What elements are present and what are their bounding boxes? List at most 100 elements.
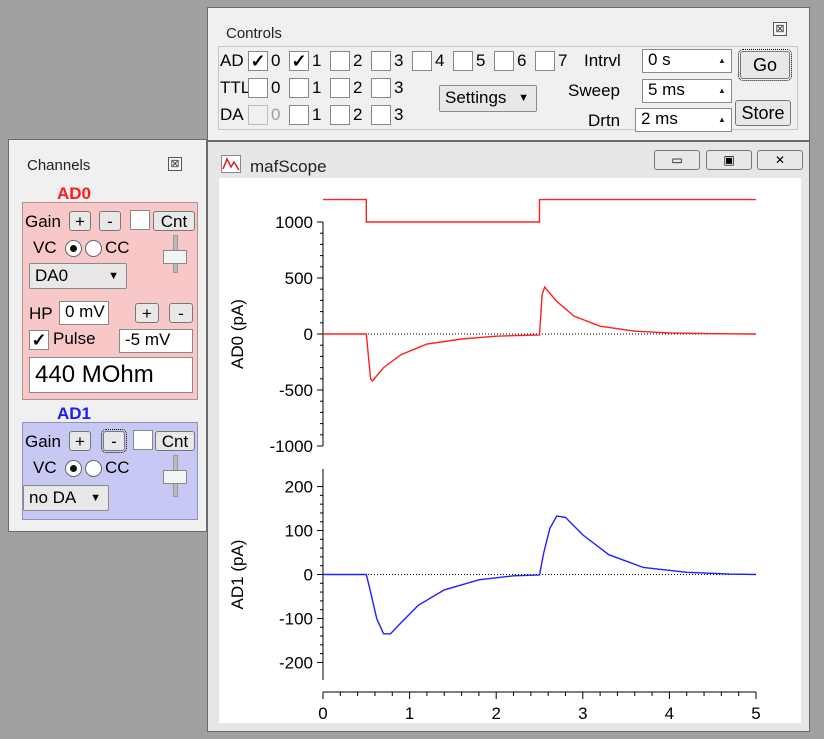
- ad0-ytick-label: -1000: [270, 437, 313, 456]
- sweep-label: Sweep: [568, 81, 620, 100]
- ad1-vc-label: VC: [33, 458, 57, 477]
- ttl-channel-2-checkbox[interactable]: [330, 78, 350, 98]
- ttl-channel-3-label: 3: [394, 78, 404, 97]
- ad0-vc-label: VC: [33, 238, 57, 257]
- da-row-label: DA: [220, 105, 244, 124]
- ad0-resistance-readout: 440 MOhm: [29, 357, 193, 393]
- ad0-pulse-field[interactable]: -5 mV: [119, 329, 193, 353]
- ad0-ytick-label: 500: [285, 269, 313, 288]
- drtn-label: Drtn: [588, 111, 621, 130]
- ad0-gain-minus-button[interactable]: -: [99, 211, 121, 231]
- da-channel-1-label: 1: [312, 105, 322, 124]
- ad-channel-0-checkbox[interactable]: ✓: [248, 51, 268, 71]
- da-channel-0-checkbox[interactable]: [248, 105, 268, 125]
- ad0-cc-radio[interactable]: [85, 240, 102, 257]
- chevron-down-icon: ▼: [108, 270, 119, 282]
- channels-close-icon[interactable]: ⊠: [168, 157, 182, 171]
- ttl-channel-2-label: 2: [353, 78, 363, 97]
- ttl-channel-0-checkbox[interactable]: [248, 78, 268, 98]
- ad0-vc-radio[interactable]: [65, 240, 82, 257]
- ad1-slider-thumb[interactable]: [163, 470, 187, 484]
- ad-channel-0-label: 0: [271, 51, 281, 70]
- xtick-label: 3: [578, 704, 587, 723]
- go-button[interactable]: Go: [738, 49, 792, 81]
- ad0-hp-minus-button[interactable]: -: [169, 303, 193, 323]
- ad1-ytick-label: 200: [285, 478, 313, 497]
- scope-title: mafScope: [250, 157, 327, 176]
- drtn-value: 2 ms: [641, 109, 678, 128]
- spinner-arrows-icon[interactable]: ▲▼: [714, 51, 730, 71]
- ad-channel-6-label: 6: [517, 51, 527, 70]
- ad-channel-5-checkbox[interactable]: [453, 51, 473, 71]
- close-icon[interactable]: ✕: [757, 150, 803, 170]
- ad0-block: Gain + - Cnt VC CC DA0 ▼ HP 0 mV + - ✓ P…: [22, 202, 198, 400]
- ad0-header: AD0: [57, 184, 92, 203]
- ad1-ytick-label: -100: [279, 609, 313, 628]
- ad1-gain-minus-button[interactable]: -: [101, 429, 127, 453]
- ad0-ytick-label: 1000: [275, 213, 313, 232]
- ad1-vc-radio[interactable]: [65, 460, 82, 477]
- ad0-slider-thumb[interactable]: [163, 250, 187, 264]
- ad0-hp-plus-button[interactable]: +: [135, 303, 159, 323]
- da-channel-0-label: 0: [271, 105, 281, 124]
- drtn-field[interactable]: 2 ms ▲▼: [635, 108, 732, 132]
- ad1-cnt-checkbox[interactable]: [133, 430, 153, 450]
- ad-channel-4-checkbox[interactable]: [412, 51, 432, 71]
- xtick-label: 1: [405, 704, 414, 723]
- ad0-cnt-button[interactable]: Cnt: [153, 211, 195, 231]
- ad1-cc-radio[interactable]: [85, 460, 102, 477]
- ad1-cnt-button[interactable]: Cnt: [155, 431, 195, 451]
- ad0-gain-plus-button[interactable]: +: [69, 211, 91, 231]
- chevron-down-icon: ▼: [90, 492, 101, 504]
- ad0-hp-field[interactable]: 0 mV: [59, 301, 109, 325]
- ad1-gain-plus-button[interactable]: +: [69, 431, 91, 451]
- xtick-label: 5: [751, 704, 760, 723]
- spinner-arrows-icon[interactable]: ▲▼: [714, 81, 730, 101]
- ad-channel-3-checkbox[interactable]: [371, 51, 391, 71]
- ad-channel-6-checkbox[interactable]: [494, 51, 514, 71]
- ad-channel-7-label: 7: [558, 51, 568, 70]
- channels-panel: Channels ⊠ AD0 Gain + - Cnt VC CC DA0 ▼ …: [8, 139, 207, 532]
- store-button[interactable]: Store: [735, 100, 791, 126]
- ad0-cnt-checkbox[interactable]: [130, 210, 150, 230]
- controls-panel: Controls ⊠ AD TTL DA Settings ▼ Intrvl 0…: [207, 7, 810, 141]
- ad0-gain-label: Gain: [25, 212, 61, 231]
- settings-label: Settings: [445, 88, 507, 107]
- da-channel-2-checkbox[interactable]: [330, 105, 350, 125]
- spinner-arrows-icon[interactable]: ▲▼: [714, 110, 730, 130]
- ad-channel-2-checkbox[interactable]: [330, 51, 350, 71]
- ad0-pulse-checkbox[interactable]: ✓: [29, 330, 49, 350]
- scope-plot: 10005000-500-1000AD0 (pA)2001000-100-200…: [228, 198, 761, 739]
- scope-graph-icon: [221, 155, 241, 173]
- ttl-channel-1-label: 1: [312, 78, 322, 97]
- ad0-da-select[interactable]: DA0 ▼: [29, 263, 127, 289]
- ad-channel-7-checkbox[interactable]: [535, 51, 555, 71]
- da-channel-2-label: 2: [353, 105, 363, 124]
- ad1-ytick-label: 0: [304, 566, 313, 585]
- ad1-gain-label: Gain: [25, 432, 61, 451]
- intrvl-field[interactable]: 0 s ▲▼: [642, 49, 732, 73]
- da-channel-3-checkbox[interactable]: [371, 105, 391, 125]
- intrvl-label: Intrvl: [584, 51, 621, 70]
- settings-dropdown[interactable]: Settings ▼: [439, 85, 537, 112]
- ad1-da-select[interactable]: no DA ▼: [23, 485, 109, 511]
- ttl-channel-3-checkbox[interactable]: [371, 78, 391, 98]
- ad1-header: AD1: [57, 404, 92, 423]
- ad0-series-0: [323, 285, 757, 383]
- minimize-icon[interactable]: ▭: [654, 150, 700, 170]
- chevron-down-icon: ▼: [518, 92, 529, 104]
- scope-window: mafScope ▭ ▣ ✕ 1000 500 0 -500 -1000 AD0 (pA)…: [207, 141, 810, 739]
- ad0-hp-label: HP: [29, 304, 53, 323]
- ttl-channel-1-checkbox[interactable]: [289, 78, 309, 98]
- ad0-ytick-label: -500: [279, 381, 313, 400]
- restore-icon[interactable]: ▣: [706, 150, 752, 170]
- controls-close-icon[interactable]: ⊠: [773, 22, 787, 36]
- channels-title: Channels: [27, 157, 91, 174]
- ttl-channel-0-label: 0: [271, 78, 281, 97]
- da-channel-1-checkbox[interactable]: [289, 105, 309, 125]
- sweep-field[interactable]: 5 ms ▲▼: [642, 79, 732, 103]
- ad0-ytick-label: 0: [304, 325, 313, 344]
- ad0-ylabel: AD0 (pA): [228, 299, 247, 369]
- ttl-row-label: TTL: [220, 78, 251, 97]
- ad-channel-1-checkbox[interactable]: ✓: [289, 51, 309, 71]
